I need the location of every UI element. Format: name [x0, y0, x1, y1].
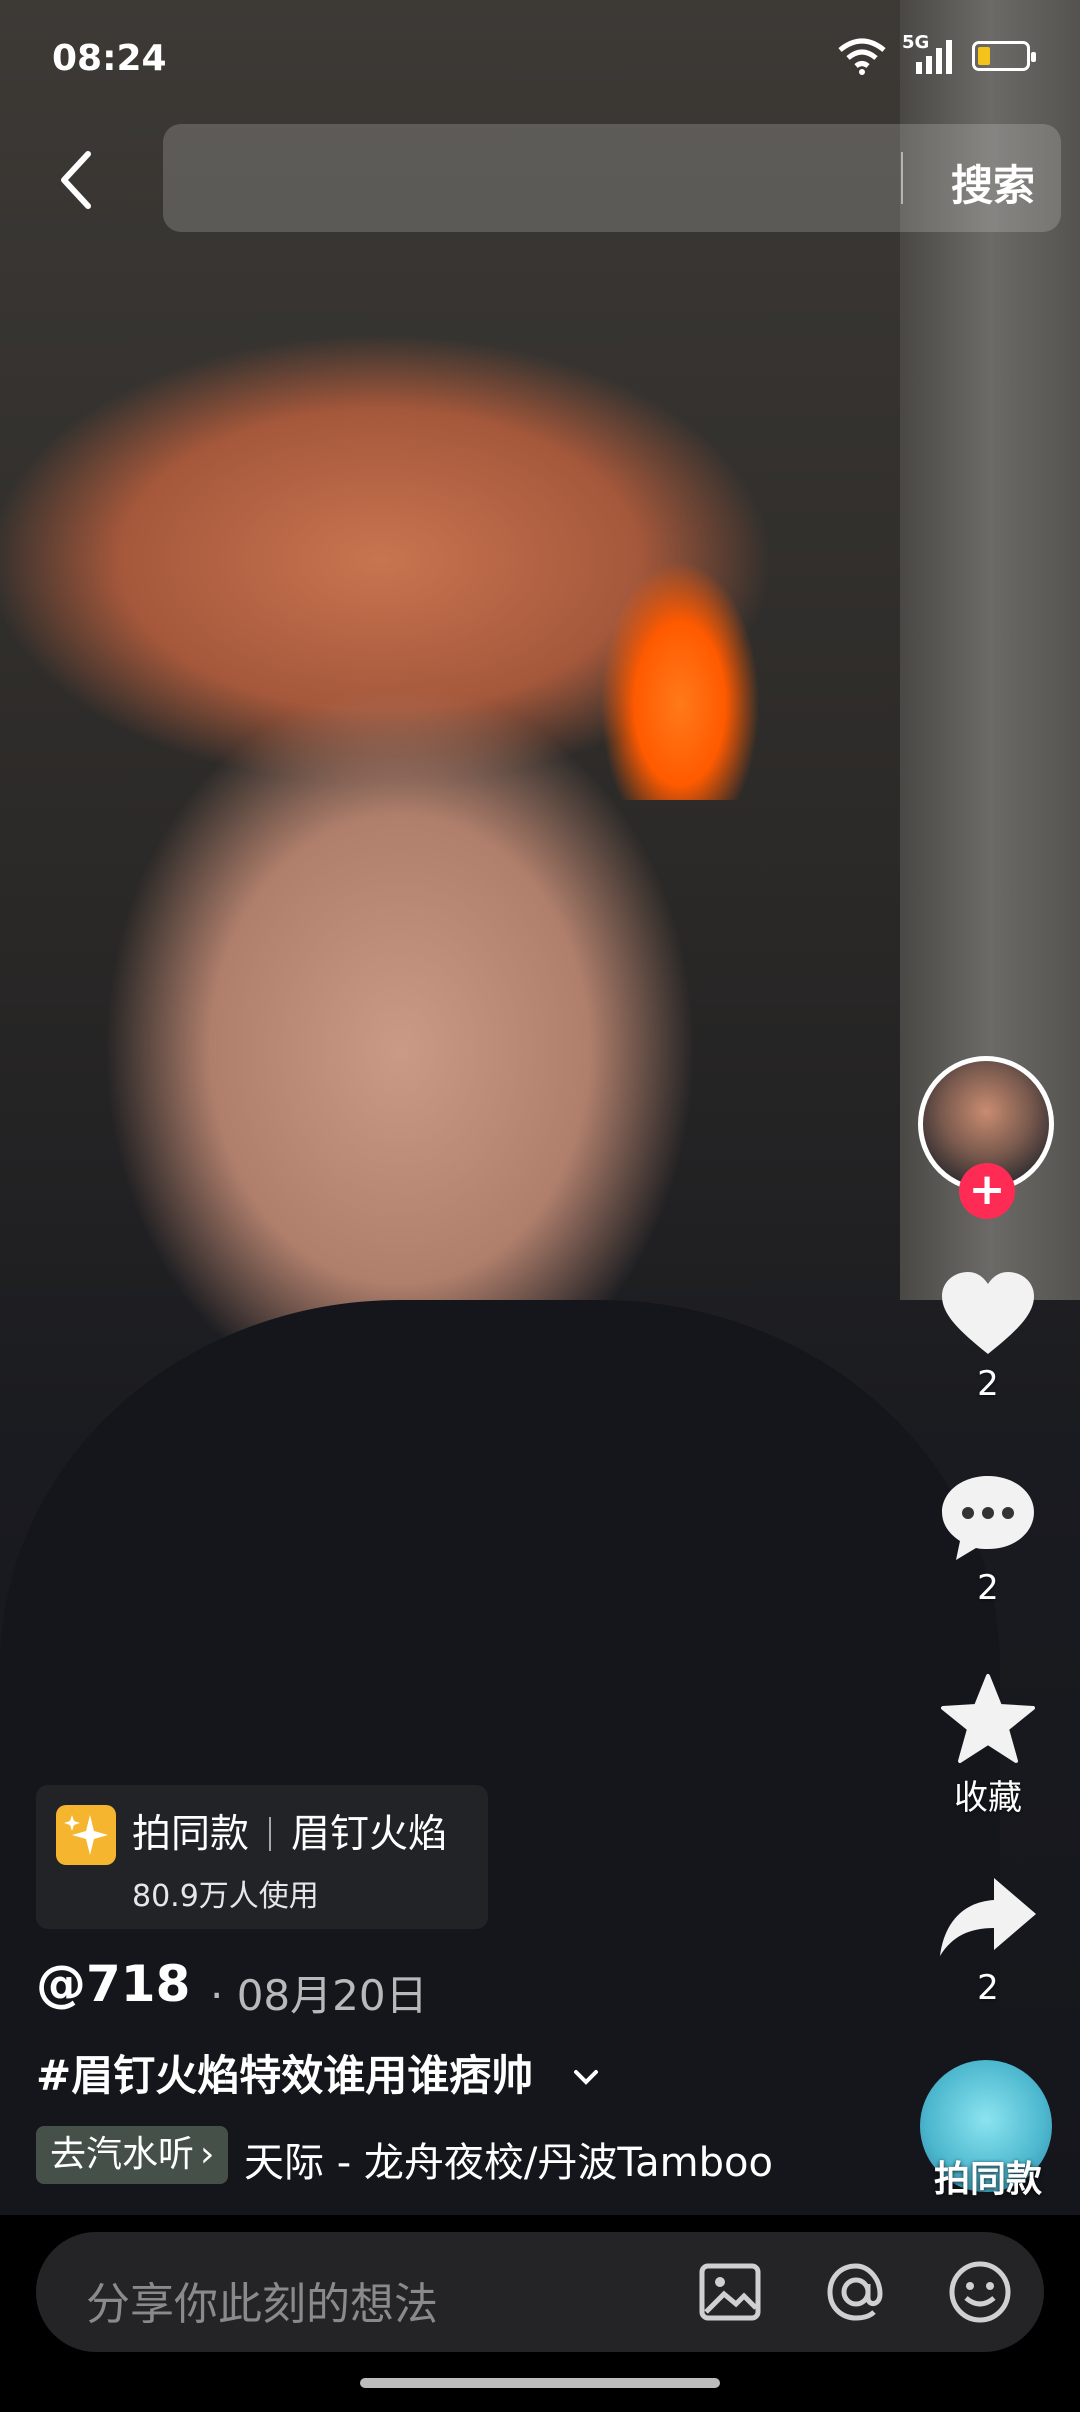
description-text[interactable]: #眉钉火焰特效谁用谁痞帅: [36, 2051, 533, 2100]
chevron-down-icon[interactable]: [566, 2064, 606, 2094]
chevron-right-icon: ›: [200, 2134, 215, 2175]
back-icon[interactable]: [48, 140, 108, 220]
search-divider: [901, 152, 903, 204]
template-action: 拍同款: [132, 1812, 250, 1857]
template-card[interactable]: 拍同款 眉钉火焰 80.9万人使用: [36, 1785, 488, 1929]
like-button[interactable]: 2: [905, 1270, 1071, 1404]
like-count: 2: [977, 1364, 999, 1404]
image-icon[interactable]: [696, 2258, 764, 2326]
status-time: 08:24: [52, 38, 167, 79]
author-name[interactable]: @718: [36, 1955, 190, 2013]
comment-input[interactable]: 分享你此刻的想法: [36, 2232, 1044, 2352]
share-arrow-icon: [940, 1878, 1036, 1956]
flame-effect: [600, 560, 760, 800]
post-date: · 08月20日: [210, 1971, 428, 2020]
search-button[interactable]: 搜索: [951, 152, 1035, 213]
wifi-icon: [838, 38, 886, 75]
star-icon: [941, 1674, 1035, 1763]
sparkle-icon: [56, 1805, 116, 1865]
follow-plus-icon[interactable]: +: [959, 1163, 1015, 1219]
comment-icon: [942, 1476, 1034, 1560]
template-name: 眉钉火焰: [291, 1812, 448, 1857]
comment-button[interactable]: 2: [905, 1472, 1071, 1608]
share-count: 2: [977, 1968, 999, 2008]
status-icons: 5G: [836, 32, 1036, 76]
comment-placeholder: 分享你此刻的想法: [86, 2279, 438, 2330]
battery-icon: [972, 41, 1036, 71]
favorite-label: 收藏: [954, 1778, 1022, 1818]
template-title: 拍同款 眉钉火焰: [132, 1803, 447, 1859]
music-title[interactable]: 天际 - 龙舟夜校/丹波Tamboo: [244, 2130, 773, 2188]
emoji-icon[interactable]: [946, 2258, 1014, 2326]
shoot-same-label[interactable]: 拍同款: [908, 2150, 1068, 2202]
at-icon[interactable]: [822, 2258, 890, 2326]
heart-icon: [942, 1272, 1034, 1354]
comment-count: 2: [977, 1568, 999, 1608]
signal-icon: 5G: [902, 32, 958, 76]
music-tag-label: 去汽水听: [50, 2134, 195, 2175]
favorite-button[interactable]: 收藏: [905, 1672, 1071, 1819]
post-description[interactable]: #眉钉火焰特效谁用谁痞帅: [36, 2042, 606, 2103]
template-usage: 80.9万人使用: [132, 1879, 319, 1914]
music-app-tag[interactable]: 去汽水听 ›: [36, 2126, 229, 2184]
share-button[interactable]: 2: [905, 1872, 1071, 2008]
status-bar: 08:24 5G: [0, 0, 1080, 120]
template-divider: [269, 1817, 272, 1851]
home-indicator[interactable]: [360, 2378, 720, 2388]
search-input[interactable]: 搜索: [163, 124, 1061, 232]
